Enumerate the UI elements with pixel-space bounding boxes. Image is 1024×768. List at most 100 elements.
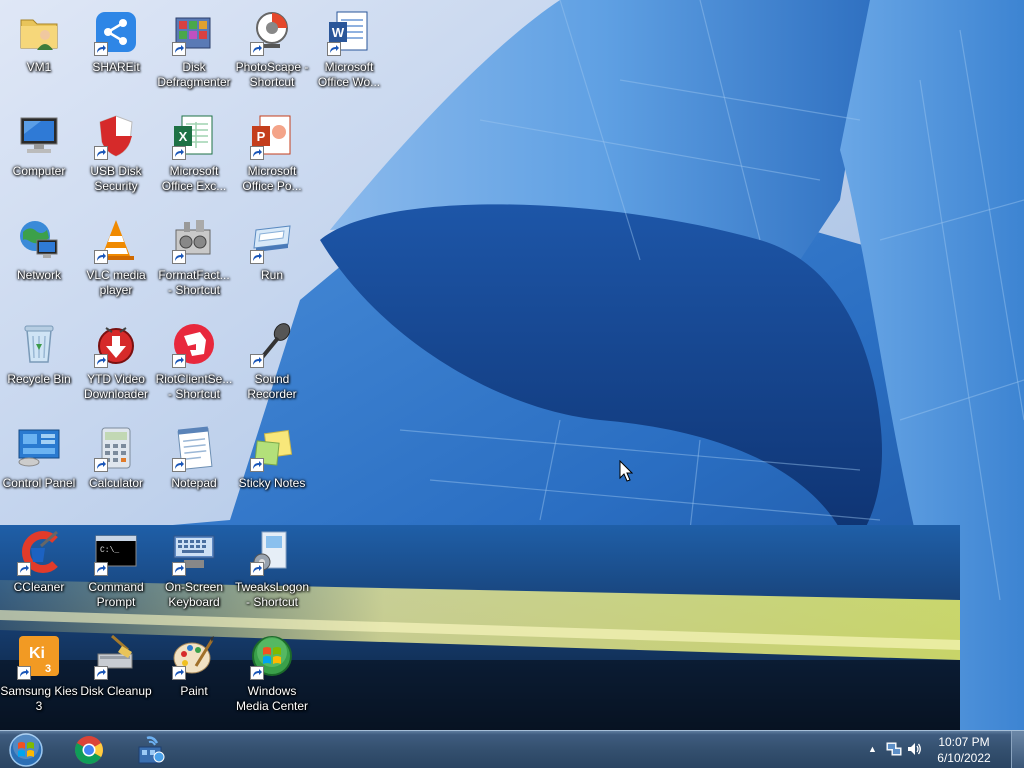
system-tray: ▲ 10:07 PM 6/10/2022 [854,731,1024,768]
shortcut-arrow-icon [172,562,186,576]
desktop-icon-label: Windows Media Center [235,684,309,713]
desktop-icon-label: Control Panel [2,476,76,490]
desktop-icon-shareit[interactable]: SHAREit [77,2,155,102]
taskbar-clock[interactable]: 10:07 PM 6/10/2022 [926,734,1002,766]
desktop-icon-label: VM1 [26,60,52,74]
shortcut-arrow-icon [94,666,108,680]
desktop-icon-label: Network [16,268,61,282]
svg-text:Ki: Ki [29,645,45,662]
desktop-icon-label: Notepad [171,476,217,490]
sticky-notes-icon [248,424,296,472]
command-prompt-icon: C:\_ [92,528,140,576]
show-hidden-icons-icon[interactable]: ▲ [868,744,877,754]
start-button[interactable] [6,732,46,768]
desktop-icon-label: Microsoft Office Exc... [161,164,227,193]
desktop-icon-label: Microsoft Office Po... [242,164,302,193]
shortcut-arrow-icon [250,42,264,56]
desktop-icon-paint[interactable]: Paint [155,626,233,726]
svg-text:C:\_: C:\_ [100,546,119,555]
desktop-icon-calculator[interactable]: Calculator [77,418,155,518]
network-icon[interactable] [886,741,902,762]
desktop-icon-control-panel[interactable]: Control Panel [0,418,78,518]
desktop-icon-sticky-notes[interactable]: Sticky Notes [233,418,311,518]
disk-defragmenter-icon [170,8,218,56]
desktop-icon-riot-client[interactable]: RiotClientSe... - Shortcut [155,314,233,414]
shortcut-arrow-icon [94,42,108,56]
desktop-icon-label: Microsoft Office Wo... [317,60,381,89]
desktop-icon-label: Paint [180,684,208,698]
shortcut-arrow-icon [172,666,186,680]
desktop-icon-label: Sound Recorder [247,372,297,401]
desktop-icon-media-center[interactable]: Windows Media Center [233,626,311,726]
chrome-icon [75,735,103,764]
word-icon: W [325,8,373,56]
shortcut-arrow-icon [172,146,186,160]
paint-icon [170,632,218,680]
desktop-icon-ytd[interactable]: YTD Video Downloader [77,314,155,414]
desktop-icon-command-prompt[interactable]: C:\_ Command Prompt [77,522,155,622]
shield-icon [92,112,140,160]
desktop-icon-run[interactable]: Run [233,210,311,310]
tweakslogon-icon [248,528,296,576]
format-factory-icon [170,216,218,264]
photoscape-icon [248,8,296,56]
riot-client-icon [170,320,218,368]
shortcut-arrow-icon [172,42,186,56]
network-tool-taskbar-button[interactable] [122,732,180,767]
desktop-icon-format-factory[interactable]: FormatFact... - Shortcut [155,210,233,310]
desktop-icon-label: USB Disk Security [90,164,142,193]
shortcut-arrow-icon [250,354,264,368]
desktop-icon-notepad[interactable]: Notepad [155,418,233,518]
desktop-icon-label: Command Prompt [88,580,144,609]
desktop-icon-label: Disk Defragmenter [157,60,231,89]
desktop-icon-disk-defragmenter[interactable]: Disk Defragmenter [155,2,233,102]
powerpoint-icon: P [248,112,296,160]
desktop-icon-excel[interactable]: X Microsoft Office Exc... [155,106,233,206]
desktop-icon-label: TweaksLogon - Shortcut [234,580,310,609]
network-tool-icon [138,735,165,763]
desktop-icon-keyboard[interactable]: On-Screen Keyboard [155,522,233,622]
desktop-icon-label: YTD Video Downloader [83,372,149,401]
desktop-icon-tweakslogon[interactable]: TweaksLogon - Shortcut [233,522,311,622]
shortcut-arrow-icon [250,250,264,264]
shortcut-arrow-icon [250,146,264,160]
ytd-icon [92,320,140,368]
desktop-icon-label: CCleaner [13,580,65,594]
computer-icon [15,112,63,160]
desktop-icon-label: Sticky Notes [238,476,306,490]
vlc-icon [92,216,140,264]
desktop-icon-label: RiotClientSe... - Shortcut [155,372,233,401]
notepad-icon [170,424,218,472]
desktop-icon-vlc[interactable]: VLC media player [77,210,155,310]
desktop-icon-shield[interactable]: USB Disk Security [77,106,155,206]
control-panel-icon [15,424,63,472]
shortcut-arrow-icon [94,458,108,472]
desktop-icon-network[interactable]: Network [0,210,78,310]
calculator-icon [92,424,140,472]
desktop-icon-microphone[interactable]: Sound Recorder [233,314,311,414]
shortcut-arrow-icon [250,562,264,576]
show-desktop-button[interactable] [1011,731,1024,768]
windows-start-icon [9,733,43,767]
media-center-icon [248,632,296,680]
shortcut-arrow-icon [94,354,108,368]
volume-icon[interactable] [906,741,922,762]
svg-text:P: P [257,129,266,144]
desktop-icon-photoscape[interactable]: PhotoScape - Shortcut [233,2,311,102]
shortcut-arrow-icon [327,42,341,56]
desktop-icon-computer[interactable]: Computer [0,106,78,206]
desktop-icon-label: Run [260,268,283,282]
desktop-icon-powerpoint[interactable]: P Microsoft Office Po... [233,106,311,206]
clock-date: 6/10/2022 [937,751,991,765]
desktop-icon-folder-user[interactable]: VM1 [0,2,78,102]
desktop-icon-disk-cleanup[interactable]: Disk Cleanup [77,626,155,726]
keyboard-icon [170,528,218,576]
taskbar: ▲ 10:07 PM 6/10/2022 [0,730,1024,768]
desktop-icon-word[interactable]: W Microsoft Office Wo... [310,2,388,102]
desktop-icon-recycle-bin[interactable]: Recycle Bin [0,314,78,414]
desktop-icon-samsung-kies[interactable]: Ki 3 Samsung Kies 3 [0,626,78,726]
shortcut-arrow-icon [172,354,186,368]
desktop-icon-ccleaner[interactable]: CCleaner [0,522,78,622]
chrome-taskbar-button[interactable] [60,732,118,767]
shareit-icon [92,8,140,56]
